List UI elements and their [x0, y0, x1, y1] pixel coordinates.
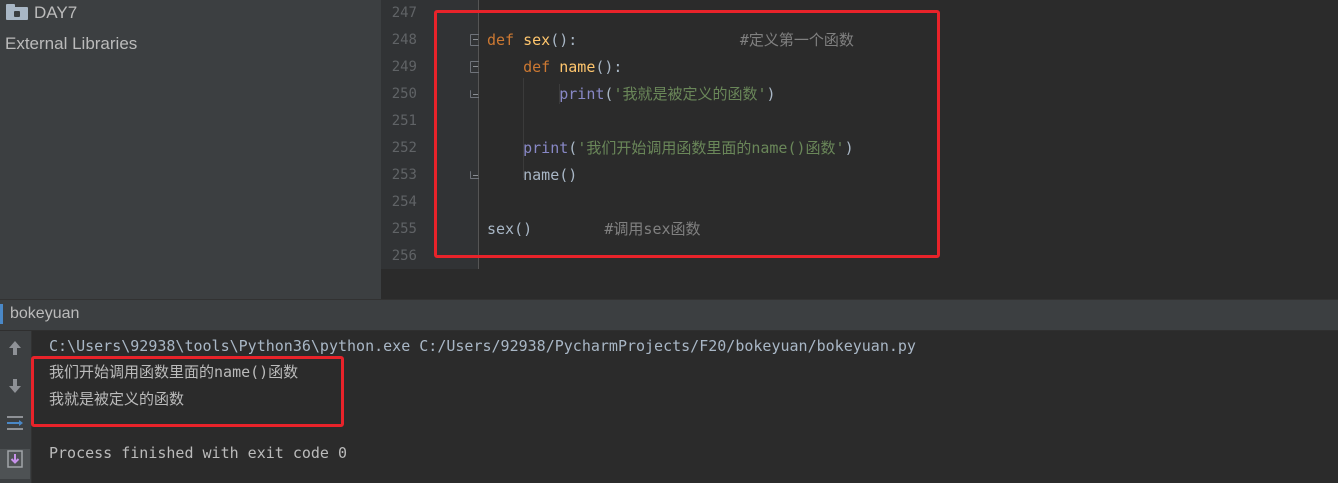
- soft-wrap-icon[interactable]: [0, 413, 30, 443]
- line-number: 250: [391, 86, 417, 102]
- scroll-to-end-icon[interactable]: [0, 449, 30, 479]
- console-line: C:\Users\92938\tools\Python36\python.exe…: [49, 337, 916, 355]
- tree-item-external-libraries[interactable]: External Libraries: [5, 32, 137, 56]
- line-number: 251: [391, 113, 417, 129]
- line-number: 247: [391, 5, 417, 21]
- project-panel: DAY7 External Libraries: [0, 0, 382, 299]
- line-number: 249: [391, 59, 417, 75]
- run-panel-header: bokeyuan: [0, 299, 1338, 331]
- line-number: 254: [391, 194, 417, 210]
- line-number: 255: [391, 221, 417, 237]
- run-tab-indicator: [0, 304, 3, 324]
- up-arrow-icon[interactable]: [0, 337, 30, 367]
- console-line: Process finished with exit code 0: [49, 444, 348, 462]
- run-toolbar: [0, 331, 32, 483]
- down-arrow-icon[interactable]: [0, 375, 30, 405]
- line-number: 256: [391, 248, 417, 264]
- annotation-box-code: [434, 10, 940, 258]
- editor-bottom-strip: [381, 269, 1338, 299]
- tree-item-label: External Libraries: [5, 34, 138, 53]
- run-tab-title[interactable]: bokeyuan: [10, 305, 79, 323]
- line-number: 248: [391, 32, 417, 48]
- tree-item-label: DAY7: [34, 3, 78, 22]
- line-number: 253: [391, 167, 417, 183]
- line-number: 252: [391, 140, 417, 156]
- folder-icon: [6, 4, 28, 20]
- tree-item-day7[interactable]: DAY7: [6, 1, 77, 25]
- annotation-box-output: [31, 356, 344, 427]
